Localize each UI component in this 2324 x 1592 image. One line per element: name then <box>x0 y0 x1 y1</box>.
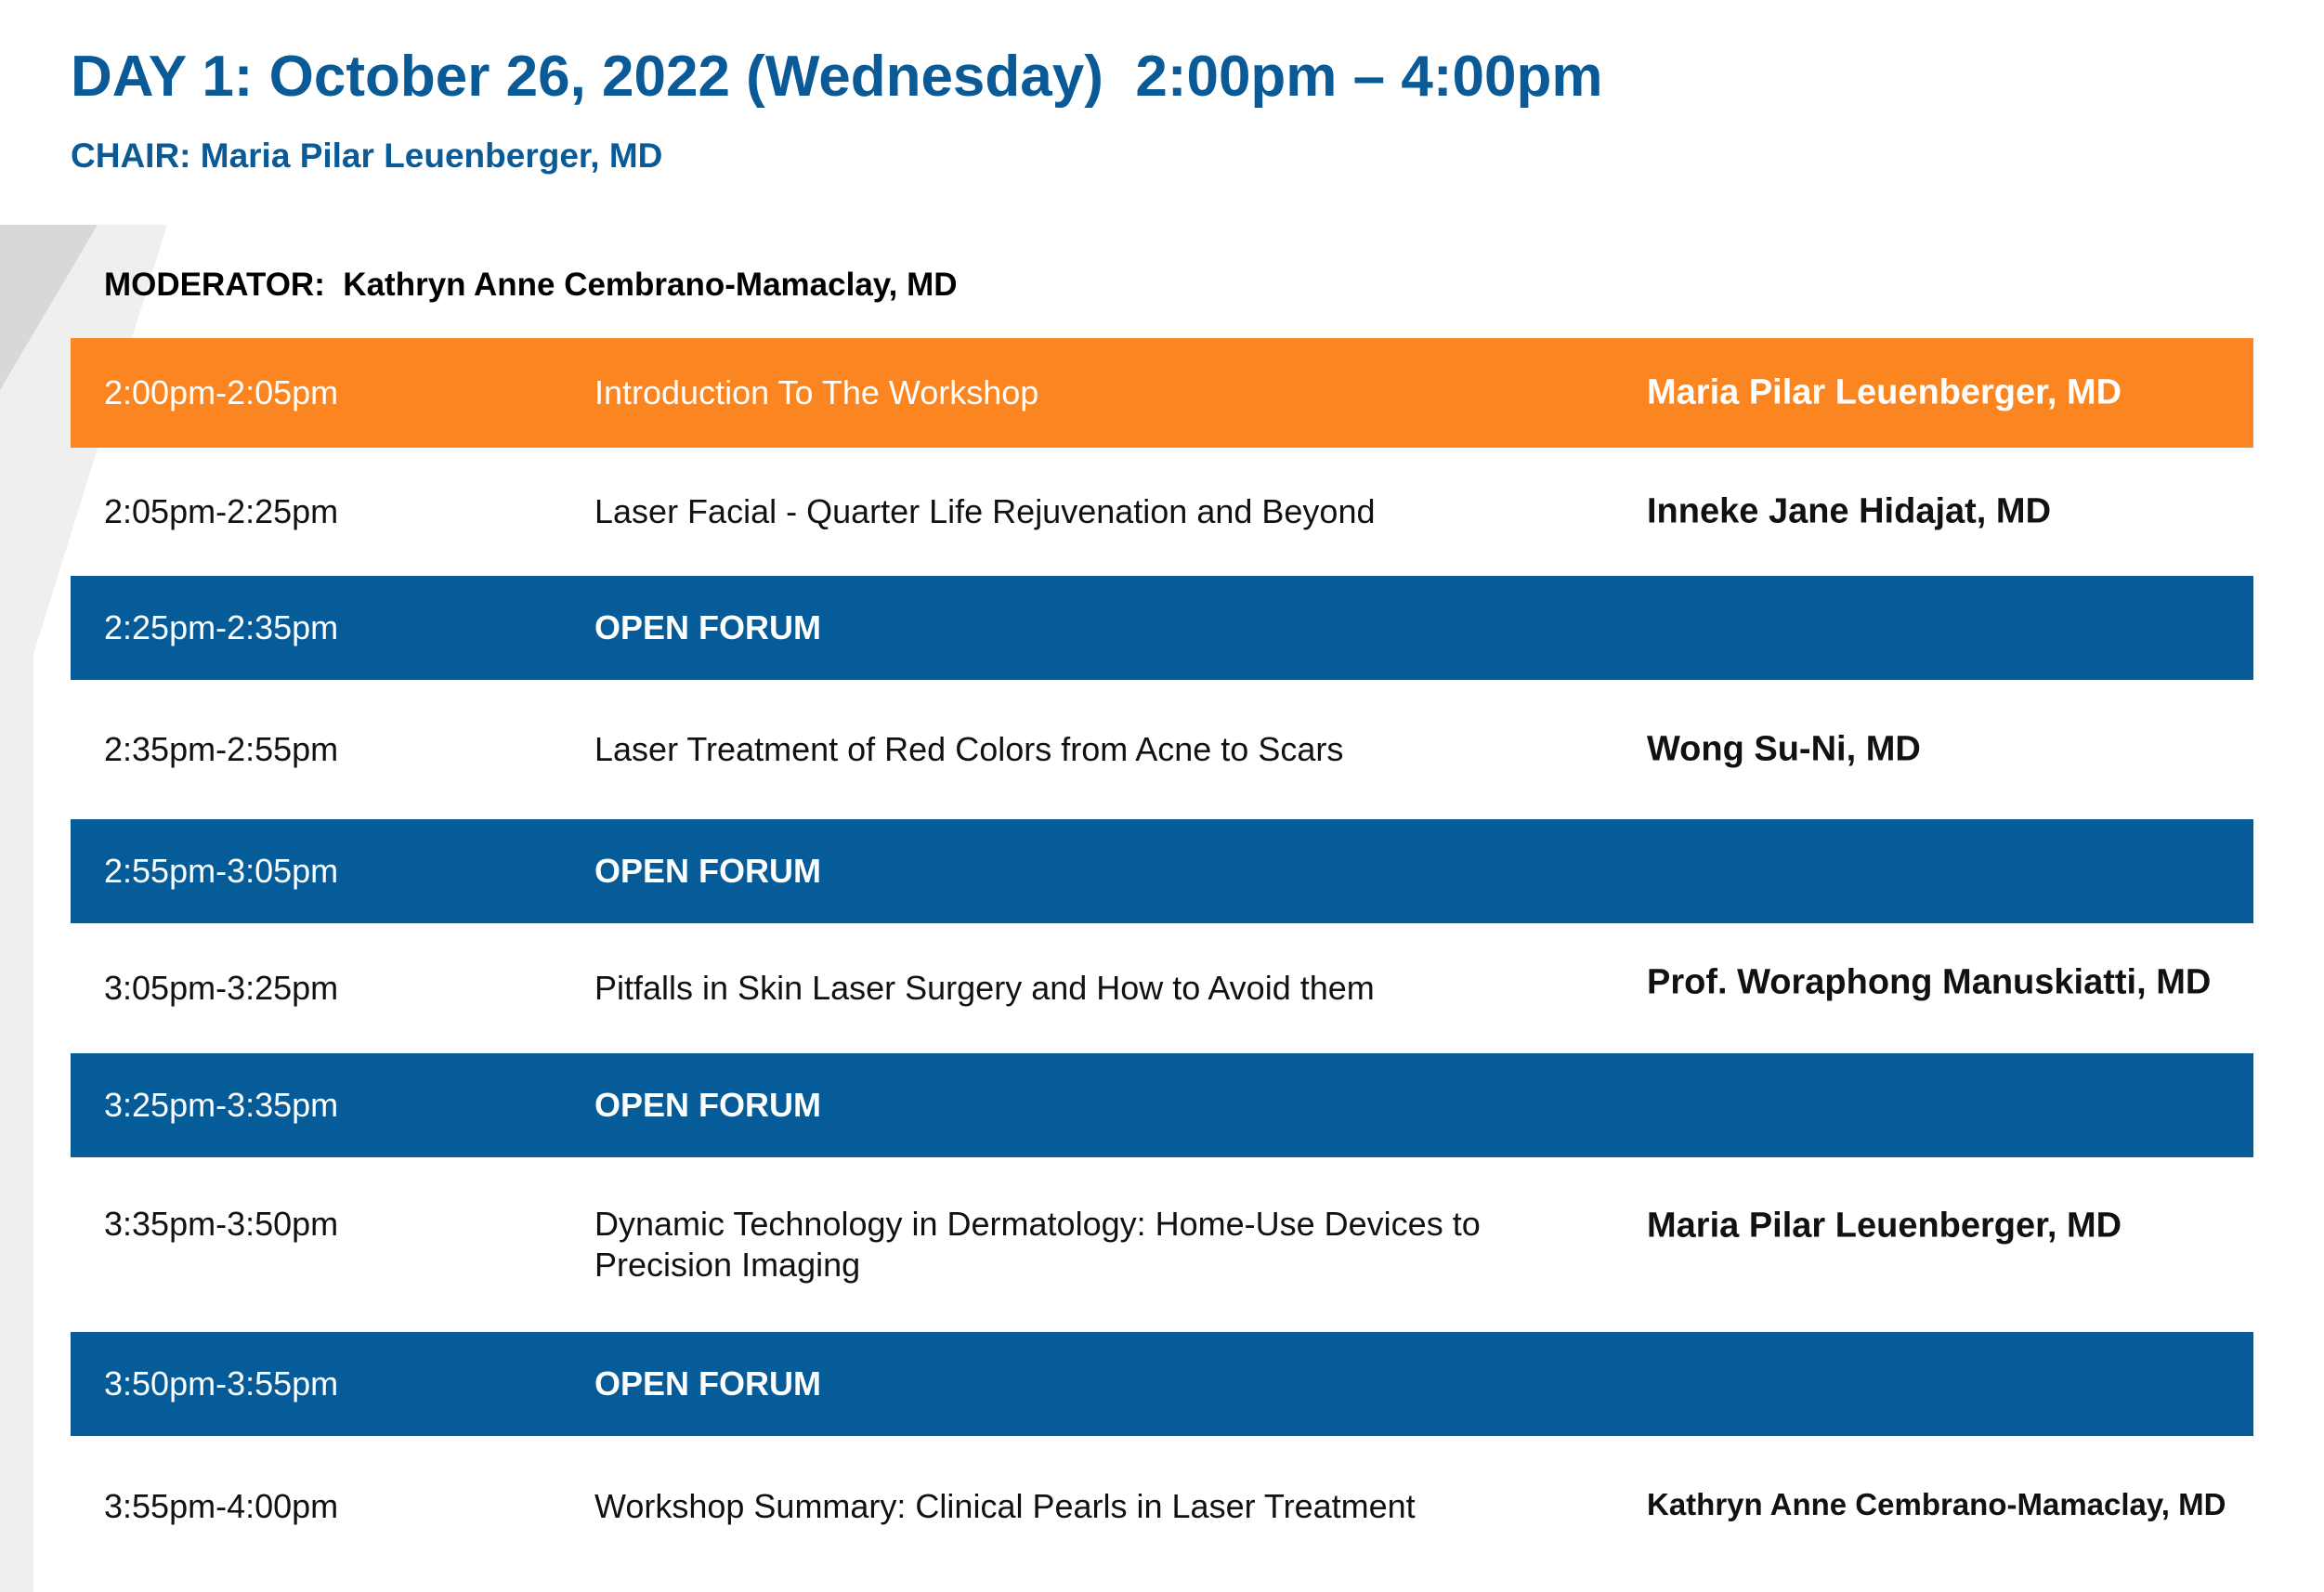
schedule-row: 3:55pm-4:00pm Workshop Summary: Clinical… <box>71 1436 2253 1577</box>
session-speaker: Inneke Jane Hidajat, MD <box>1647 491 2052 531</box>
session-topic: OPEN FORUM <box>594 1086 822 1124</box>
session-topic: OPEN FORUM <box>594 1364 822 1403</box>
session-topic: Dynamic Technology in Dermatology: Home-… <box>594 1205 1481 1284</box>
session-time: 3:55pm-4:00pm <box>104 1487 339 1525</box>
schedule-row: 3:35pm-3:50pm Dynamic Technology in Derm… <box>71 1157 2253 1332</box>
schedule-row: 3:05pm-3:25pm Pitfalls in Skin Laser Sur… <box>71 923 2253 1053</box>
session-speaker: Maria Pilar Leuenberger, MD <box>1647 372 2122 412</box>
session-time: 3:25pm-3:35pm <box>104 1086 339 1124</box>
session-speaker: Maria Pilar Leuenberger, MD <box>1647 1206 2122 1246</box>
session-time: 3:05pm-3:25pm <box>104 969 339 1007</box>
session-time: 3:35pm-3:50pm <box>104 1205 339 1243</box>
session-topic: OPEN FORUM <box>594 608 822 646</box>
open-forum-row: 2:25pm-2:35pm OPEN FORUM <box>71 576 2253 680</box>
session-time: 2:35pm-2:55pm <box>104 730 339 768</box>
session-topic: OPEN FORUM <box>594 852 822 890</box>
page-title: DAY 1: October 26, 2022 (Wednesday) 2:00… <box>71 45 1603 109</box>
open-forum-row: 3:25pm-3:35pm OPEN FORUM <box>71 1053 2253 1157</box>
schedule-row: 2:35pm-2:55pm Laser Treatment of Red Col… <box>71 680 2253 819</box>
session-topic: Introduction To The Workshop <box>594 373 1039 411</box>
session-speaker: Kathryn Anne Cembrano-Mamaclay, MD <box>1647 1487 2226 1521</box>
schedule-row: 2:00pm-2:05pm Introduction To The Worksh… <box>71 338 2253 448</box>
session-speaker: Wong Su-Ni, MD <box>1647 729 1921 769</box>
schedule-table: 2:00pm-2:05pm Introduction To The Worksh… <box>71 338 2253 1577</box>
session-time: 2:25pm-2:35pm <box>104 608 339 646</box>
session-time: 3:50pm-3:55pm <box>104 1364 339 1403</box>
schedule-row: 2:05pm-2:25pm Laser Facial - Quarter Lif… <box>71 448 2253 576</box>
open-forum-row: 2:55pm-3:05pm OPEN FORUM <box>71 819 2253 923</box>
open-forum-row: 3:50pm-3:55pm OPEN FORUM <box>71 1332 2253 1436</box>
session-topic: Pitfalls in Skin Laser Surgery and How t… <box>594 969 1375 1007</box>
session-time: 2:05pm-2:25pm <box>104 492 339 530</box>
session-topic: Laser Facial - Quarter Life Rejuvenation… <box>594 492 1376 530</box>
chair-line: CHAIR: Maria Pilar Leuenberger, MD <box>71 137 663 175</box>
session-topic: Workshop Summary: Clinical Pearls in Las… <box>594 1487 1416 1525</box>
session-time: 2:00pm-2:05pm <box>104 373 339 411</box>
session-speaker: Prof. Woraphong Manuskiatti, MD <box>1647 962 2212 1002</box>
session-topic: Laser Treatment of Red Colors from Acne … <box>594 730 1344 768</box>
moderator-line: MODERATOR: Kathryn Anne Cembrano-Mamacla… <box>104 267 958 303</box>
session-time: 2:55pm-3:05pm <box>104 852 339 890</box>
